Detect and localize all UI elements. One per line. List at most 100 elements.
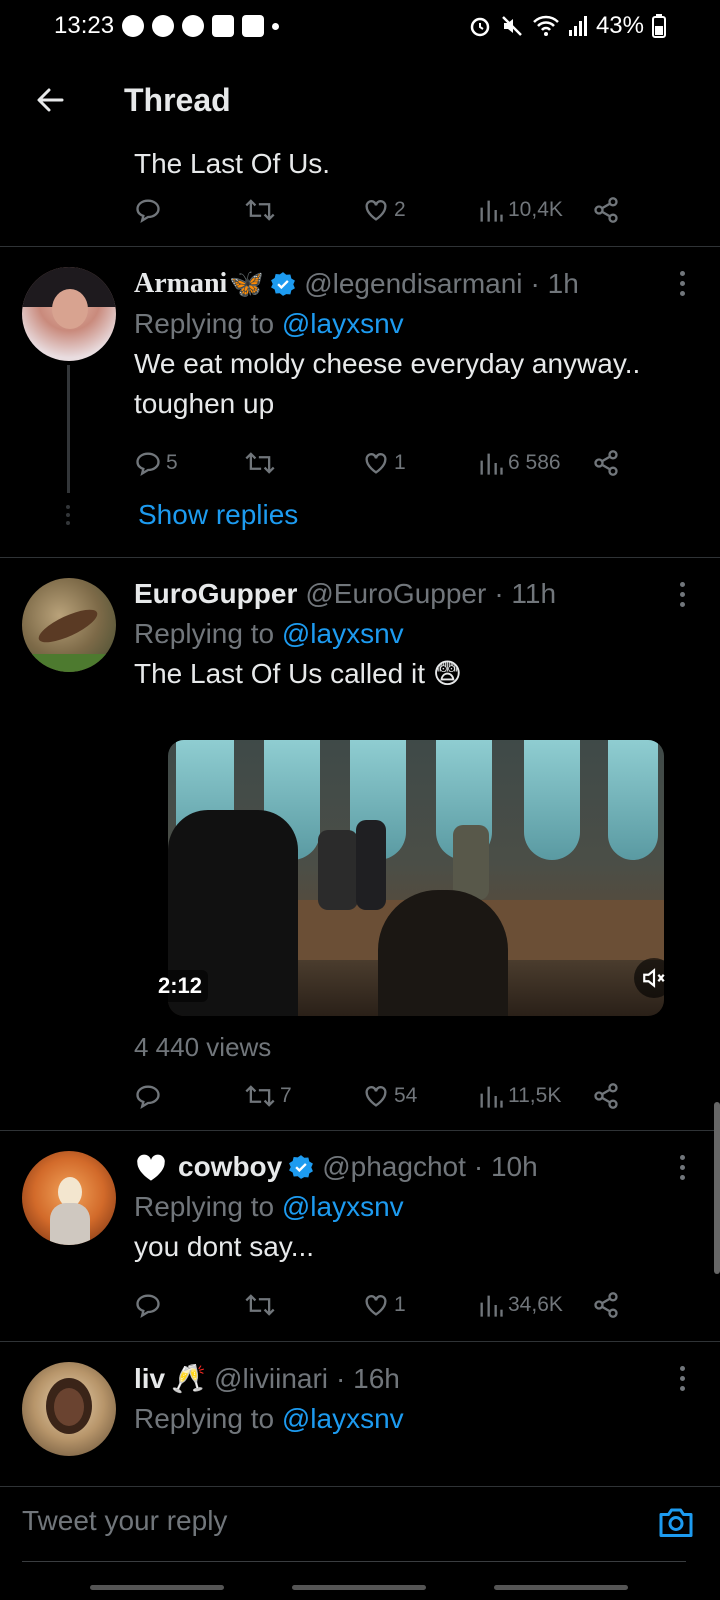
replying-to-label: Replying to: [134, 618, 275, 649]
replying-to-label: Replying to: [134, 1403, 275, 1434]
retweet-icon: [245, 452, 275, 474]
video-player[interactable]: [168, 740, 664, 1016]
replying-to-label: Replying to: [134, 1191, 275, 1222]
display-name[interactable]: cowboy: [178, 1151, 282, 1183]
views-chart-icon: [480, 453, 503, 475]
system-navigation-bar: [0, 1562, 720, 1600]
tweet-liv[interactable]: liv 🥂 @liviinari · 16h Replying to @layx…: [0, 1342, 720, 1484]
heart-icon: [365, 1295, 387, 1316]
arrow-left-icon: [37, 88, 64, 112]
reply-button[interactable]: [134, 192, 162, 228]
share-button[interactable]: [592, 1078, 620, 1114]
page-title: Thread: [124, 81, 231, 118]
thread-feed[interactable]: The Last Of Us. 2 10,4K Armani 🦋 @legend…: [0, 148, 720, 1484]
replying-to: Replying to @layxsnv: [134, 618, 690, 650]
signal-icon: [568, 16, 587, 36]
views-button[interactable]: 11,5K: [478, 1078, 561, 1114]
like-count: 2: [394, 198, 406, 221]
view-count: 10,4K: [508, 198, 563, 221]
tweet-text: We eat moldy cheese everyday anyway.. to…: [134, 348, 641, 419]
mention-link[interactable]: @layxsnv: [282, 1191, 404, 1222]
battery-icon: [652, 14, 666, 38]
avatar[interactable]: [22, 1151, 116, 1245]
mention-link[interactable]: @layxsnv: [282, 618, 404, 649]
share-button[interactable]: [592, 445, 620, 481]
replying-to: Replying to @layxsnv: [134, 308, 690, 340]
heart-icon: [365, 1086, 387, 1107]
home-app-icon: [242, 15, 265, 37]
unmute-button[interactable]: [634, 958, 674, 998]
video-duration: 2:12: [152, 970, 209, 1002]
reply-button[interactable]: 5: [134, 445, 178, 481]
wifi-icon: [533, 15, 559, 36]
replying-to-label: Replying to: [134, 308, 275, 339]
like-button[interactable]: 2: [362, 192, 406, 228]
status-bar: 13:23 43%: [0, 0, 720, 52]
like-button[interactable]: 54: [362, 1078, 417, 1114]
speaker-muted-icon: [643, 968, 665, 988]
views-button[interactable]: 34,6K: [478, 1287, 563, 1323]
more-options-icon[interactable]: [680, 1366, 686, 1396]
retweet-button[interactable]: [244, 445, 276, 481]
reply-button[interactable]: [134, 1078, 162, 1114]
like-button[interactable]: 1: [362, 445, 406, 481]
heart-icon: [365, 453, 387, 474]
tweet-time: · 11h: [494, 578, 557, 609]
avatar[interactable]: [22, 267, 116, 361]
user-handle[interactable]: @liviinari: [214, 1363, 328, 1395]
user-handle[interactable]: @EuroGupper: [305, 578, 486, 610]
scrollbar[interactable]: [714, 1102, 720, 1274]
camera-button[interactable]: [658, 1505, 694, 1544]
show-replies-link[interactable]: Show replies: [138, 499, 298, 531]
tweet-armani[interactable]: Armani 🦋 @legendisarmani · 1h Replying t…: [0, 247, 720, 557]
display-name[interactable]: EuroGupper: [134, 578, 297, 610]
user-handle[interactable]: @phagchot: [322, 1151, 466, 1183]
retweet-button[interactable]: [244, 1287, 276, 1323]
like-count: 1: [394, 1293, 406, 1316]
avatar[interactable]: [22, 1362, 116, 1456]
tweet-time: · 16h: [336, 1362, 400, 1394]
reply-button[interactable]: [134, 1287, 162, 1323]
verified-badge-icon: [271, 271, 296, 296]
more-options-icon[interactable]: [680, 271, 686, 301]
mute-icon: [502, 16, 522, 36]
butterfly-emoji: 🦋: [229, 268, 265, 299]
tweet-text: The Last Of Us called it 😨: [134, 658, 462, 689]
nav-recents-button[interactable]: [90, 1585, 224, 1590]
nav-back-button[interactable]: [494, 1585, 628, 1590]
like-button[interactable]: 1: [362, 1287, 406, 1323]
alarm-icon: [470, 17, 490, 37]
more-notifications-dot: [272, 22, 280, 30]
display-name[interactable]: liv: [134, 1363, 165, 1395]
views-button[interactable]: 6 586: [478, 445, 561, 481]
more-options-icon[interactable]: [680, 582, 686, 612]
views-button[interactable]: 10,4K: [478, 192, 563, 228]
retweet-count: 7: [280, 1084, 292, 1107]
video-view-count: 4 440 views: [134, 1032, 272, 1062]
tweet-top-partial[interactable]: The Last Of Us. 2 10,4K: [0, 148, 720, 246]
back-button[interactable]: [0, 52, 100, 148]
views-chart-icon: [480, 1086, 503, 1108]
tweet-eurogupper[interactable]: EuroGupper @EuroGupper · 11h Replying to…: [0, 558, 720, 1130]
more-options-icon[interactable]: [680, 1155, 686, 1185]
tweet-actions: 7 54 11,5K: [134, 1078, 634, 1114]
tweet-time: · 1h: [530, 267, 579, 299]
share-icon: [594, 1292, 618, 1318]
nav-home-button[interactable]: [292, 1585, 426, 1590]
share-button[interactable]: [592, 1287, 620, 1323]
avatar[interactable]: [22, 578, 116, 672]
reply-icon: [136, 452, 160, 476]
reply-icon: [136, 1085, 160, 1109]
tweet-cowboy[interactable]: cowboy @phagchot · 10h Replying to @layx…: [0, 1131, 720, 1341]
thread-dots: [66, 505, 70, 525]
reply-composer: [0, 1486, 720, 1562]
reply-input[interactable]: [22, 1505, 582, 1537]
retweet-button[interactable]: 7: [244, 1078, 292, 1114]
share-button[interactable]: [592, 192, 620, 228]
mention-link[interactable]: @layxsnv: [282, 1403, 404, 1434]
display-name[interactable]: Armani: [134, 268, 227, 300]
mention-link[interactable]: @layxsnv: [282, 308, 404, 339]
camera-icon: [659, 1508, 693, 1537]
retweet-button[interactable]: [244, 192, 276, 228]
user-handle[interactable]: @legendisarmani: [304, 268, 522, 300]
